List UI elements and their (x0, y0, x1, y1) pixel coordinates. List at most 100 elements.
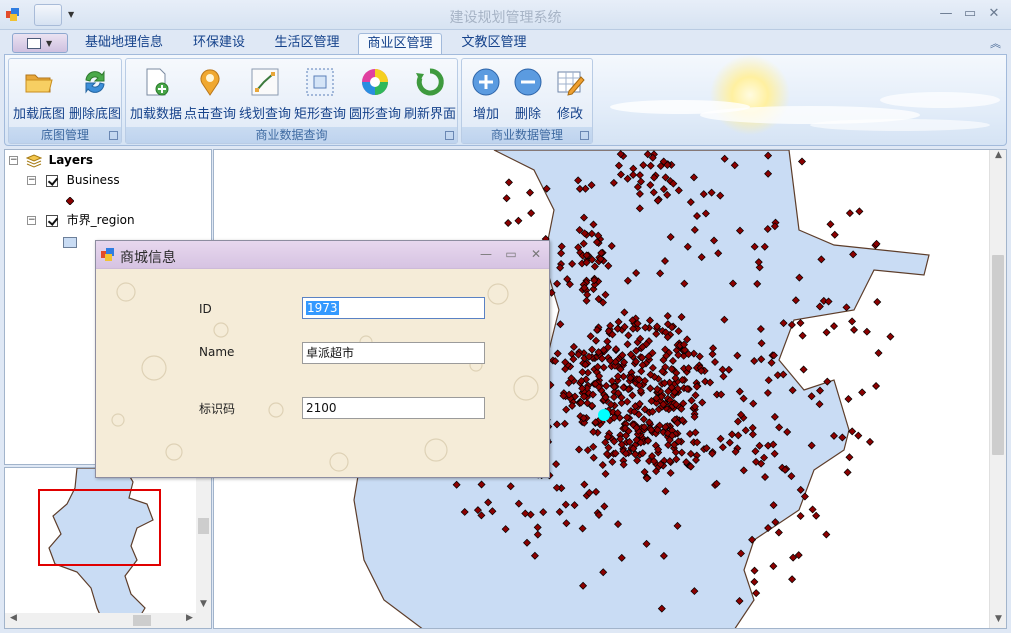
business-point (750, 577, 759, 586)
business-point (514, 216, 523, 225)
app-menu-icon (27, 38, 41, 49)
business-point (796, 511, 805, 520)
group-label-business-manage: 商业数据管理 (462, 127, 592, 143)
layers-stack-icon (25, 153, 43, 168)
dialog-maximize-button[interactable]: ▭ (502, 246, 520, 262)
business-point (845, 209, 854, 218)
overview-vscroll-thumb[interactable] (198, 518, 209, 534)
overview-map[interactable]: ▼ ◀ ▶ (4, 467, 212, 629)
group-label-basemap: 底图管理 (9, 127, 121, 143)
group-basemap: 加载底图 删除底图 底图管理 (8, 58, 122, 144)
id-field-value: 1973 (306, 301, 339, 315)
ribbon-panel: 加载底图 删除底图 底图管理 加载数据 点击查询 线划查询 矩形查询 圆形查询 … (4, 54, 1007, 146)
circle-query-button[interactable]: 圆形查询 (347, 61, 403, 123)
title-bar: ▼ 建设规划管理系统 — ▭ ✕ (0, 0, 1011, 30)
line-query-button[interactable]: 线划查询 (237, 61, 293, 123)
business-point (830, 322, 839, 331)
chevron-down-icon: ▼ (46, 39, 53, 48)
code-field[interactable]: 2100 (302, 397, 485, 419)
application-menu-button[interactable]: ▼ (12, 33, 68, 53)
polygon-symbol-icon (63, 237, 77, 248)
business-point (812, 511, 821, 520)
dialog-minimize-button[interactable]: — (477, 246, 495, 262)
tree-root-layers[interactable]: − Layers (9, 151, 93, 169)
id-field[interactable]: 1973 (302, 297, 485, 319)
business-point (844, 394, 853, 403)
name-field[interactable]: 卓派超市 (302, 342, 485, 364)
modify-label: 修改 (556, 107, 583, 122)
dialog-launcher-icon[interactable] (109, 131, 118, 140)
rect-query-button[interactable]: 矩形查询 (292, 61, 348, 123)
dialog-launcher-icon[interactable] (445, 131, 454, 140)
scroll-up-arrow-icon[interactable]: ▲ (990, 150, 1006, 164)
open-folder-icon (25, 74, 53, 93)
business-point (845, 453, 854, 462)
point-symbol-icon (66, 197, 74, 205)
dialog-close-button[interactable]: ✕ (527, 246, 545, 262)
business-point (527, 209, 536, 218)
name-label: Name (199, 345, 235, 359)
tab-education-area[interactable]: 文教区管理 (452, 33, 536, 55)
scroll-down-arrow-icon[interactable]: ▼ (990, 614, 1006, 628)
collapse-icon[interactable]: − (27, 176, 36, 185)
tab-basic-geo[interactable]: 基础地理信息 (78, 33, 170, 55)
tab-living-area[interactable]: 生活区管理 (266, 33, 348, 55)
business-point (886, 332, 895, 341)
window-title: 建设规划管理系统 (449, 10, 562, 26)
refresh-view-button[interactable]: 刷新界面 (402, 61, 458, 123)
close-button[interactable]: ✕ (984, 5, 1004, 23)
overview-hscroll-thumb[interactable] (133, 615, 151, 626)
scroll-down-arrow-icon[interactable]: ▼ (195, 599, 211, 613)
load-basemap-button[interactable]: 加载底图 (11, 61, 67, 123)
group-label-business-query: 商业数据查询 (126, 127, 457, 143)
business-point (798, 157, 806, 166)
code-label: 标识码 (199, 402, 236, 416)
collapse-icon[interactable]: − (9, 156, 18, 165)
remove-basemap-button[interactable]: 删除底图 (67, 61, 123, 123)
mall-info-dialog: 商城信息 — ▭ ✕ ID 1973 Name 卓派超市 标识码 2100 (95, 240, 550, 478)
layer-name: Business (66, 173, 120, 187)
overview-vscrollbar[interactable]: ▼ (196, 468, 211, 614)
tree-layer-region[interactable]: − 市界_region (27, 211, 135, 229)
layer-name: 市界_region (66, 213, 135, 227)
modify-button[interactable]: 修改 (542, 61, 598, 123)
business-point (862, 327, 871, 336)
tab-environment[interactable]: 环保建设 (180, 33, 258, 55)
scroll-right-arrow-icon[interactable]: ▶ (181, 613, 198, 627)
map-vscroll-thumb[interactable] (992, 255, 1004, 455)
business-point (799, 365, 808, 374)
dialog-title: 商城信息 (120, 250, 176, 266)
dialog-launcher-icon[interactable] (580, 131, 589, 140)
minimize-button[interactable]: — (936, 5, 956, 23)
business-point (750, 566, 759, 575)
load-basemap-label: 加载底图 (12, 107, 65, 122)
business-point (826, 220, 835, 229)
load-data-button[interactable]: 加载数据 (128, 61, 184, 123)
tab-business-area[interactable]: 商业区管理 (358, 33, 442, 55)
business-point (822, 328, 831, 337)
business-point (788, 575, 797, 584)
scroll-left-arrow-icon[interactable]: ◀ (5, 613, 22, 627)
business-point (822, 530, 831, 539)
business-point (873, 297, 882, 306)
tree-layer-business[interactable]: − Business (27, 171, 120, 189)
dialog-title-bar[interactable]: 商城信息 — ▭ ✕ (96, 241, 549, 269)
group-business-query: 加载数据 点击查询 线划查询 矩形查询 圆形查询 刷新界面 商业数据查询 (125, 58, 458, 144)
business-point (848, 317, 857, 326)
layer-visibility-checkbox[interactable] (45, 174, 58, 187)
dialog-body: ID 1973 Name 卓派超市 标识码 2100 (96, 270, 549, 477)
point-query-button[interactable]: 点击查询 (182, 61, 238, 123)
add-document-icon (146, 68, 169, 96)
business-point (798, 331, 807, 340)
tree-root-label: Layers (48, 153, 94, 167)
collapse-ribbon-icon[interactable]: ︽ (990, 35, 1001, 51)
collapse-icon[interactable]: − (27, 216, 36, 225)
map-vscrollbar[interactable]: ▲ ▼ (989, 150, 1006, 628)
business-point (504, 178, 513, 187)
business-point (872, 381, 881, 390)
maximize-button[interactable]: ▭ (960, 5, 980, 23)
refresh-view-label: 刷新界面 (403, 107, 456, 122)
overview-hscrollbar[interactable]: ◀ ▶ (5, 613, 211, 628)
layer-visibility-checkbox[interactable] (45, 214, 58, 227)
refresh-arrows-icon (85, 70, 105, 94)
